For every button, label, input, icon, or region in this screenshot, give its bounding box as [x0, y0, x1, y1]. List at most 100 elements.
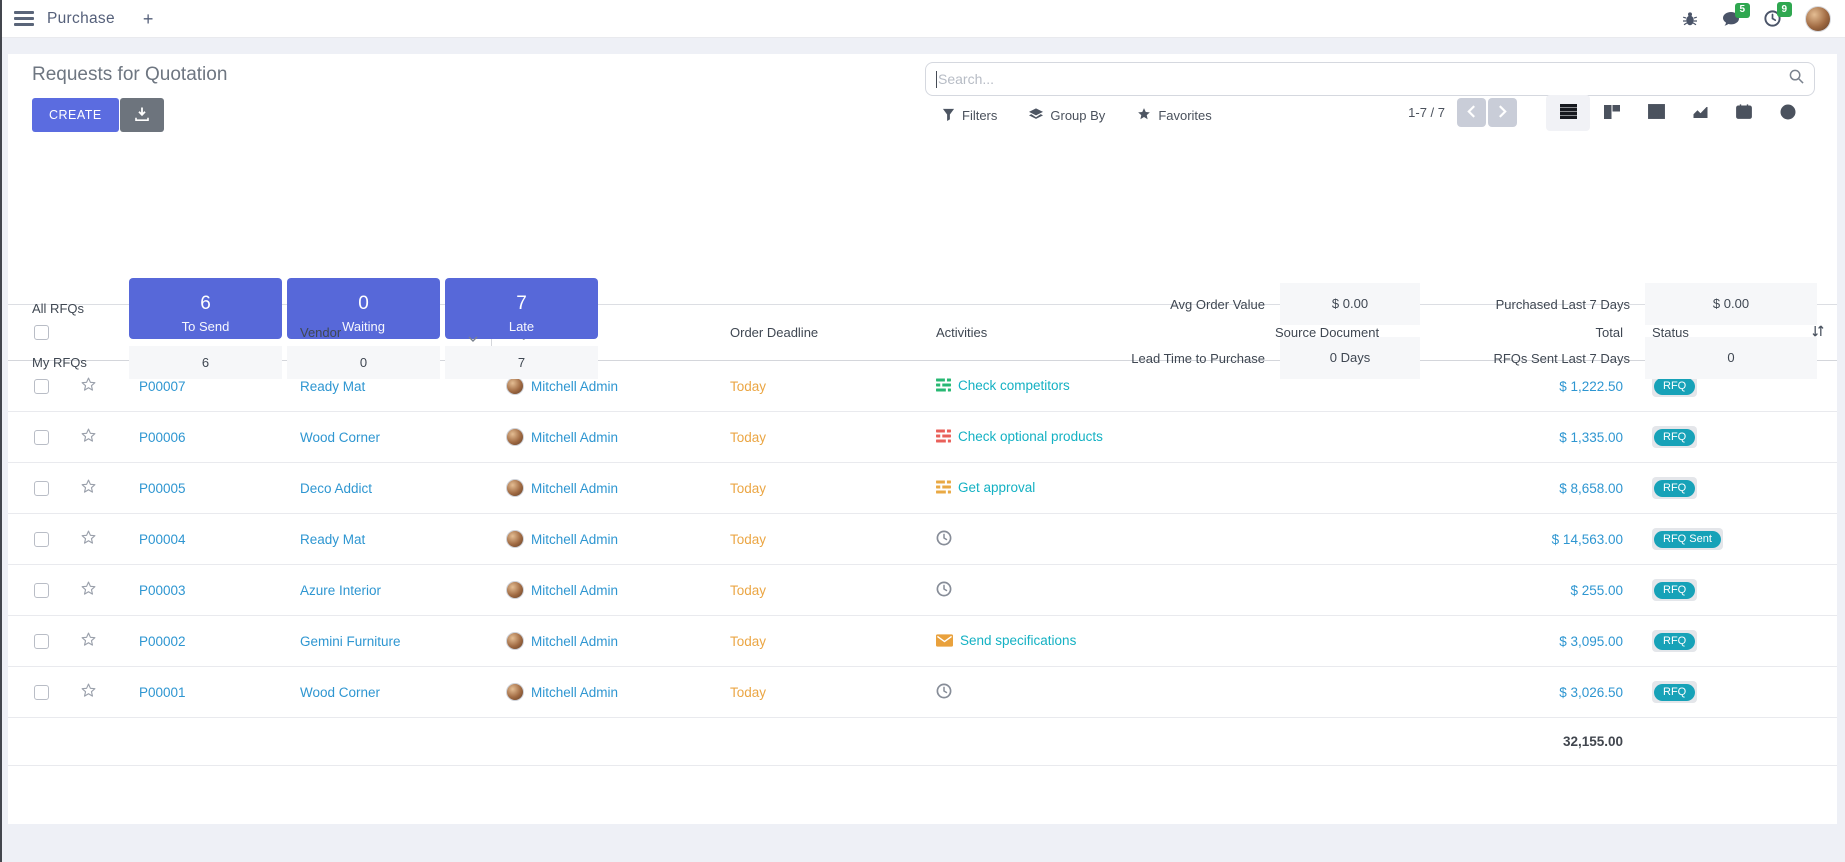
- row-total: $ 1,335.00: [1559, 430, 1623, 445]
- row-buyer[interactable]: Mitchell Admin: [531, 583, 618, 598]
- status-badge: RFQ Sent: [1652, 528, 1723, 550]
- row-checkbox[interactable]: [34, 430, 49, 445]
- row-checkbox[interactable]: [34, 532, 49, 547]
- top-navbar: Purchase + 5 9: [0, 0, 1845, 38]
- graph-view-button[interactable]: [1678, 95, 1722, 131]
- activity-tasks-yellow-icon[interactable]: [936, 480, 951, 497]
- avg-order-value-label: Avg Order Value: [1005, 297, 1265, 312]
- messages-icon[interactable]: 5: [1722, 11, 1740, 27]
- row-checkbox[interactable]: [34, 685, 49, 700]
- table-row[interactable]: P00001 Wood Corner Mitchell Admin Today …: [8, 667, 1837, 718]
- row-buyer[interactable]: Mitchell Admin: [531, 481, 618, 496]
- search-input[interactable]: [938, 71, 1789, 87]
- table-row[interactable]: P00007 Ready Mat Mitchell Admin Today Ch…: [8, 361, 1837, 412]
- export-button[interactable]: [120, 98, 164, 132]
- buyer-avatar: [506, 581, 524, 599]
- status-badge-label: RFQ Sent: [1654, 531, 1721, 548]
- filters-button[interactable]: Filters: [942, 108, 997, 124]
- search-icon[interactable]: [1789, 69, 1804, 89]
- status-badge: RFQ: [1652, 579, 1697, 601]
- row-vendor[interactable]: Gemini Furniture: [300, 634, 401, 649]
- row-vendor[interactable]: Azure Interior: [300, 583, 381, 598]
- buyer-avatar: [506, 428, 524, 446]
- view-switcher: [1546, 95, 1810, 131]
- create-button[interactable]: CREATE: [32, 98, 119, 132]
- table-row[interactable]: P00004 Ready Mat Mitchell Admin Today $ …: [8, 514, 1837, 565]
- table-row[interactable]: P00002 Gemini Furniture Mitchell Admin T…: [8, 616, 1837, 667]
- row-reference[interactable]: P00006: [139, 430, 186, 445]
- row-vendor[interactable]: Ready Mat: [300, 532, 365, 547]
- column-header-order-deadline[interactable]: Order Deadline: [718, 305, 928, 361]
- row-vendor[interactable]: Wood Corner: [300, 685, 380, 700]
- favorite-star-icon[interactable]: [80, 682, 97, 702]
- row-order-deadline: Today: [730, 481, 766, 496]
- row-checkbox[interactable]: [34, 583, 49, 598]
- table-row[interactable]: P00005 Deco Addict Mitchell Admin Today …: [8, 463, 1837, 514]
- debug-bug-icon[interactable]: [1682, 11, 1698, 27]
- favorite-star-icon[interactable]: [80, 478, 97, 498]
- status-badge: RFQ: [1652, 477, 1697, 499]
- column-header-vendor[interactable]: Vendor: [278, 305, 491, 361]
- search-bar[interactable]: [925, 62, 1815, 96]
- activity-clock-icon[interactable]: [936, 581, 952, 600]
- apps-menu-icon[interactable]: [14, 11, 34, 26]
- favorite-star-icon[interactable]: [80, 376, 97, 396]
- row-reference[interactable]: P00005: [139, 481, 186, 496]
- row-reference[interactable]: P00002: [139, 634, 186, 649]
- row-reference[interactable]: P00007: [139, 379, 186, 394]
- favorite-star-icon[interactable]: [80, 529, 97, 549]
- row-vendor[interactable]: Deco Addict: [300, 481, 372, 496]
- favorite-star-icon[interactable]: [80, 427, 97, 447]
- app-name[interactable]: Purchase: [47, 10, 115, 28]
- activity-clock-icon[interactable]: [936, 530, 952, 549]
- activity-tasks-green-icon[interactable]: [936, 378, 951, 395]
- row-buyer[interactable]: Mitchell Admin: [531, 634, 618, 649]
- select-all-checkbox[interactable]: [34, 325, 49, 340]
- activity-envelope-icon[interactable]: [936, 634, 953, 650]
- pager-previous-button[interactable]: [1457, 98, 1486, 127]
- kpi-my-to-send[interactable]: 6: [129, 346, 282, 379]
- activity-view-button[interactable]: [1766, 95, 1810, 131]
- table-row[interactable]: P00006 Wood Corner Mitchell Admin Today …: [8, 412, 1837, 463]
- kanban-view-button[interactable]: [1590, 95, 1634, 131]
- chevron-right-icon: [1498, 105, 1507, 121]
- favorite-star-icon[interactable]: [80, 580, 97, 600]
- row-activity-label[interactable]: Send specifications: [960, 633, 1076, 648]
- row-activity-label[interactable]: Check optional products: [958, 429, 1103, 444]
- pivot-view-button[interactable]: [1634, 95, 1678, 131]
- favorites-button[interactable]: Favorites: [1137, 107, 1211, 124]
- row-reference[interactable]: P00003: [139, 583, 186, 598]
- row-checkbox[interactable]: [34, 634, 49, 649]
- star-icon: [1137, 107, 1151, 124]
- row-reference[interactable]: P00004: [139, 532, 186, 547]
- row-reference[interactable]: P00001: [139, 685, 186, 700]
- user-avatar[interactable]: [1805, 6, 1831, 32]
- favorite-star-icon[interactable]: [80, 631, 97, 651]
- kpi-to-send[interactable]: 6 To Send: [129, 278, 282, 339]
- kanban-view-icon: [1604, 105, 1620, 122]
- search-options: Filters Group By Favorites: [942, 107, 1212, 124]
- row-buyer[interactable]: Mitchell Admin: [531, 685, 618, 700]
- list-view-button[interactable]: [1546, 95, 1590, 131]
- new-tab-button[interactable]: +: [143, 10, 154, 28]
- calendar-view-button[interactable]: [1722, 95, 1766, 131]
- activity-clock-icon[interactable]: [936, 683, 952, 702]
- activities-clock-icon[interactable]: 9: [1764, 10, 1781, 27]
- row-activity-label[interactable]: Get approval: [958, 480, 1035, 495]
- row-checkbox[interactable]: [34, 379, 49, 394]
- row-buyer[interactable]: Mitchell Admin: [531, 430, 618, 445]
- row-buyer[interactable]: Mitchell Admin: [531, 532, 618, 547]
- pager-next-button[interactable]: [1488, 98, 1517, 127]
- row-vendor[interactable]: Ready Mat: [300, 379, 365, 394]
- row-activity-label[interactable]: Check competitors: [958, 378, 1070, 393]
- chevron-left-icon: [1467, 105, 1476, 121]
- window-edge: [0, 0, 2, 862]
- activity-tasks-red-icon[interactable]: [936, 429, 951, 446]
- pager-range: 1-7 / 7: [1408, 105, 1445, 120]
- group-by-button[interactable]: Group By: [1029, 108, 1105, 124]
- funnel-icon: [942, 108, 955, 124]
- row-checkbox[interactable]: [34, 481, 49, 496]
- row-buyer[interactable]: Mitchell Admin: [531, 379, 618, 394]
- row-vendor[interactable]: Wood Corner: [300, 430, 380, 445]
- table-row[interactable]: P00003 Azure Interior Mitchell Admin Tod…: [8, 565, 1837, 616]
